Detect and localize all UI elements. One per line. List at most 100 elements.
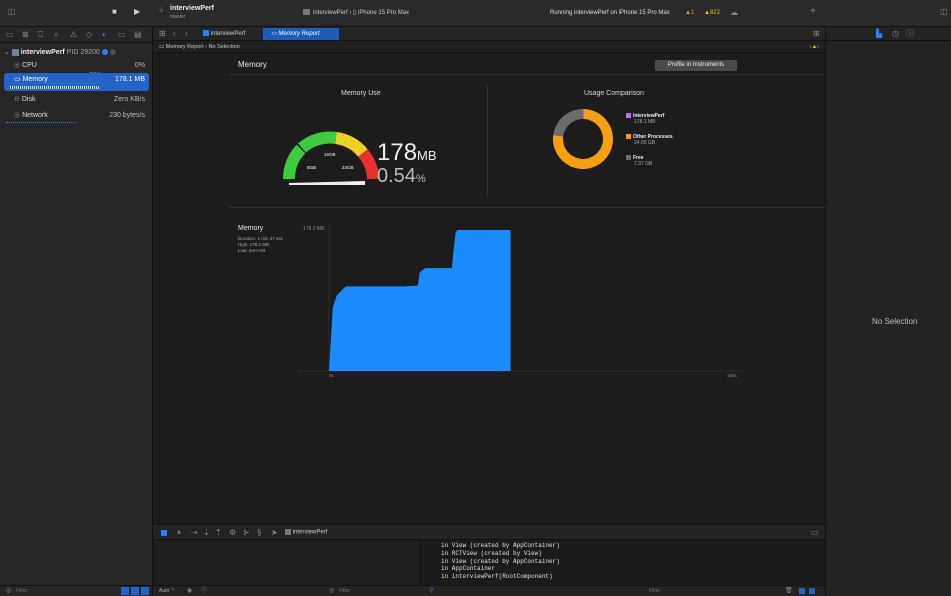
find-icon[interactable]: ⌕	[54, 31, 58, 39]
step-in-icon[interactable]: ⇣	[203, 529, 210, 537]
hide-debug-area-icon[interactable]	[161, 530, 167, 536]
eye-icon[interactable]: ◉	[187, 588, 192, 594]
auto-selector[interactable]: Auto ⌃	[159, 588, 175, 594]
issue-icon[interactable]: ⚠	[70, 31, 77, 39]
breadcrumb-separator: ›	[205, 44, 208, 50]
split-editor-icon[interactable]: ⊞	[813, 30, 820, 38]
y-max-label: 178.2 MB	[303, 226, 325, 232]
gauge-segment-yellow	[334, 132, 368, 158]
test-icon[interactable]: ◇	[86, 31, 92, 39]
filter-option-icon[interactable]	[131, 587, 139, 595]
toolbar: ◫ ■ ▶ ⑂ interviewPerf master interviewPe…	[0, 0, 951, 27]
debug-icon[interactable]: ◐	[102, 31, 107, 39]
running-indicator-icon	[101, 49, 108, 56]
pause-indicator-icon[interactable]: ◎	[110, 49, 116, 56]
legend-value: 24.65 GB	[634, 140, 656, 146]
cpu-icon: ◎	[14, 62, 21, 69]
grid-icon[interactable]: ⊞	[159, 30, 166, 38]
branch-name[interactable]: master	[170, 14, 185, 20]
inspector-toggle-icon[interactable]: ◫	[940, 8, 948, 16]
trash-icon[interactable]: 🗑	[785, 588, 793, 594]
gauge-disk[interactable]: ⊖ Disk Zero KB/s	[4, 93, 149, 107]
process-row[interactable]: ⌄ interviewPerf PID 29200 ◎	[4, 47, 149, 59]
view-hierarchy-icon[interactable]: ⊱	[243, 529, 250, 537]
issue-navigation[interactable]: ‹▲›	[810, 41, 819, 53]
breakpoint-icon[interactable]: ▭	[118, 31, 126, 39]
warning-count-1: 1	[690, 10, 695, 16]
console-scope-icon[interactable]: ⚲	[429, 588, 433, 594]
gauge-cpu[interactable]: ◎ CPU 0%	[4, 59, 149, 73]
bookmark-icon[interactable]: ⎕	[38, 31, 43, 39]
source-control-icon[interactable]: ⊠	[22, 31, 29, 39]
folder-icon[interactable]: ▭	[6, 31, 14, 39]
warning-badge-1[interactable]: ▲1	[685, 10, 694, 16]
filter-option-icon[interactable]	[121, 587, 129, 595]
scheme-selector[interactable]: interviewPerf › ▯ iPhone 15 Pro Max	[303, 8, 433, 19]
report-header: Memory Profile in Instruments	[229, 53, 825, 75]
gauge-memory[interactable]: ▭ Memory 178.1 MB	[4, 73, 149, 91]
debug-filter-bar: Auto ⌃ ◉ ⓘ ◎ ⚲ 🗑	[153, 585, 825, 596]
debug-scheme-label: interviewPerf	[292, 529, 328, 536]
panel-toggle-icon[interactable]: ▭	[811, 529, 819, 537]
device-name: iPhone 15 Pro Max	[358, 10, 410, 16]
memory-graph-icon[interactable]: ⚙	[229, 529, 236, 537]
tab-interviewperf[interactable]: interviewPerf	[203, 29, 261, 39]
profile-in-instruments-button[interactable]: Profile in Instruments	[655, 60, 737, 71]
tab-label: Memory Report	[278, 31, 320, 37]
split-right-icon[interactable]	[809, 588, 815, 594]
file-inspector-icon[interactable]: ▙	[876, 30, 882, 38]
info-icon[interactable]: ⓘ	[201, 588, 207, 594]
memory-icon: ▭	[14, 76, 21, 83]
navigator-filter-input[interactable]	[16, 587, 106, 595]
console-output[interactable]: in View (created by AppContainer) in RCT…	[421, 540, 825, 585]
gauge-label: Disk	[21, 96, 36, 103]
chart-stats: Duration: 1 min 37 sec High: 178.2 MB Lo…	[238, 236, 283, 254]
legend-item: interviewPerf 178.1 MB	[626, 112, 716, 133]
console-line: in RCTView (created by View)	[441, 549, 542, 557]
xcode-window: ◫ ■ ▶ ⑂ interviewPerf master interviewPe…	[0, 0, 951, 596]
forward-icon[interactable]: ›	[185, 30, 188, 38]
sidebar-toggle-icon[interactable]: ◫	[8, 8, 16, 16]
back-icon[interactable]: ‹	[173, 30, 176, 38]
run-icon[interactable]: ▶	[134, 8, 140, 16]
memory-use-title: Memory Use	[341, 90, 381, 97]
breadcrumb-item[interactable]: No Selection	[209, 44, 240, 50]
location-icon[interactable]: ➤	[271, 529, 278, 537]
report-icon[interactable]: ▤	[134, 31, 142, 39]
tab-label: interviewPerf	[210, 31, 246, 37]
gauge-network[interactable]: ◎ Network 230 bytes/s	[4, 109, 149, 123]
filter-option-icon[interactable]	[141, 587, 149, 595]
add-icon[interactable]: +	[810, 7, 816, 17]
gauge-segment-green	[283, 144, 306, 180]
memory-gauge: 8GB 16GB 24GB 32GB	[283, 131, 379, 186]
stop-icon[interactable]: ■	[112, 8, 117, 16]
gauge-tick-label: 32GB	[349, 181, 361, 186]
legend-value: 178.1 MB	[634, 119, 656, 125]
chart-title: Memory	[238, 225, 264, 232]
gauge-label: CPU	[22, 62, 37, 69]
environment-icon[interactable]: §	[257, 529, 261, 537]
memory-timeline-chart: 178.2 MB 0s 180s	[299, 223, 744, 378]
split-left-icon[interactable]	[799, 588, 805, 594]
disk-icon: ⊖	[14, 96, 20, 103]
console-line: in interviewPerf(RootComponent)	[441, 573, 553, 581]
variables-filter-input[interactable]	[339, 587, 409, 595]
tab-memory-report[interactable]: ▭ Memory Report	[263, 28, 339, 40]
warning-badge-2[interactable]: ▲822	[704, 10, 720, 16]
x-end-label: 180s	[727, 373, 738, 378]
step-out-icon[interactable]: ⇡	[215, 529, 222, 537]
help-inspector-icon[interactable]: ⓘ	[906, 30, 914, 38]
network-icon: ◎	[14, 112, 21, 119]
pause-icon[interactable]: ⏸	[177, 529, 181, 537]
breadcrumb-item[interactable]: Memory Report	[166, 44, 204, 50]
memory-report: Memory Profile in Instruments Memory Use…	[229, 53, 825, 523]
app-icon	[285, 529, 291, 535]
no-selection-label: No Selection	[872, 317, 918, 326]
gauge-label: Network	[22, 112, 48, 119]
history-inspector-icon[interactable]: ◷	[892, 30, 899, 38]
console-filter-input[interactable]	[649, 587, 719, 595]
step-over-icon[interactable]: ⇢	[191, 529, 198, 537]
debug-scheme[interactable]: interviewPerf	[285, 529, 327, 536]
project-name[interactable]: interviewPerf	[170, 5, 214, 12]
memory-percent: 0.54%	[377, 165, 426, 190]
